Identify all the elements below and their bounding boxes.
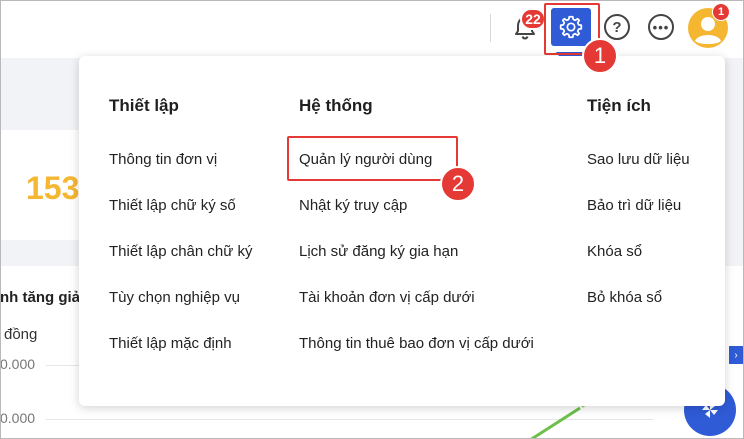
chart-unit-label: đồng — [4, 326, 38, 343]
step-marker-2: 2 — [440, 166, 476, 202]
column-heading: Thiết lập — [109, 96, 179, 115]
menu-item[interactable]: Thiết lập chân chữ ký — [109, 243, 252, 260]
top-bar — [0, 0, 744, 58]
more-options-button[interactable]: ••• — [648, 14, 674, 40]
menu-item[interactable]: Bảo trì dữ liệu — [587, 197, 681, 214]
menu-item[interactable]: Thiết lập mặc định — [109, 335, 232, 352]
toolbar-divider — [490, 14, 491, 42]
help-button[interactable]: ? — [604, 14, 630, 40]
menu-item[interactable]: Nhật ký truy cập — [299, 197, 407, 214]
notification-badge: 22 — [520, 8, 546, 30]
summary-value: 153 — [26, 170, 80, 206]
y-tick-label: 0.000 — [0, 410, 36, 426]
menu-item-user-management[interactable]: Quản lý người dùng — [299, 151, 432, 168]
step-marker-1: 1 — [582, 38, 618, 74]
collapse-panel-button[interactable]: › — [729, 346, 743, 364]
menu-item[interactable]: Tùy chọn nghiệp vụ — [109, 289, 240, 306]
menu-item[interactable]: Khóa sổ — [587, 243, 642, 260]
column-heading: Hệ thống — [299, 96, 373, 115]
menu-item[interactable]: Thiết lập chữ ký số — [109, 197, 236, 214]
chevron-right-icon: › — [734, 349, 738, 361]
avatar-badge: 1 — [712, 3, 730, 21]
chart-title: nh tăng giả — [0, 289, 80, 306]
question-icon: ? — [612, 18, 622, 36]
y-tick-label: 0.000 — [0, 356, 36, 372]
menu-item[interactable]: Bỏ khóa sổ — [587, 289, 662, 306]
menu-item[interactable]: Lịch sử đăng ký gia hạn — [299, 243, 458, 260]
menu-item[interactable]: Thông tin thuê bao đơn vị cấp dưới — [299, 335, 534, 352]
menu-item[interactable]: Tài khoản đơn vị cấp dưới — [299, 289, 475, 306]
settings-dropdown-menu: Thiết lập Thông tin đơn vị Thiết lập chữ… — [79, 56, 725, 406]
menu-item[interactable]: Sao lưu dữ liệu — [587, 151, 690, 168]
menu-item[interactable]: Thông tin đơn vị — [109, 151, 217, 168]
ellipsis-icon: ••• — [652, 19, 670, 35]
column-heading: Tiện ích — [587, 96, 651, 115]
